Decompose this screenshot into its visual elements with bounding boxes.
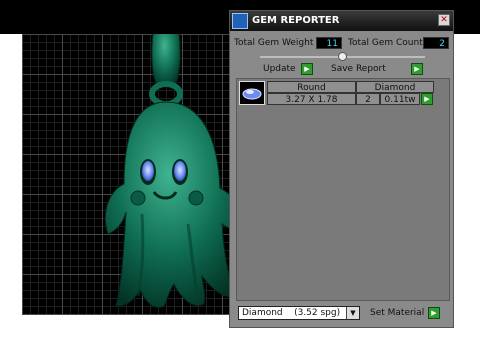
chevron-down-icon[interactable]: ▼ bbox=[346, 307, 359, 319]
close-icon[interactable]: ✕ bbox=[438, 14, 450, 26]
set-material-button[interactable]: ▶ bbox=[428, 307, 440, 319]
total-gem-weight-value: 11 bbox=[316, 37, 342, 49]
update-button[interactable]: ▶ bbox=[301, 63, 313, 75]
save-report-button[interactable]: ▶ bbox=[411, 63, 423, 75]
material-select-value: Diamond (3.52 spg) bbox=[242, 308, 341, 318]
slider-knob[interactable] bbox=[338, 52, 347, 61]
save-report-label[interactable]: Save Report bbox=[331, 63, 386, 76]
update-label[interactable]: Update bbox=[263, 63, 296, 76]
gem-reporter-app-icon bbox=[232, 13, 248, 29]
total-gem-weight-label: Total Gem Weight bbox=[234, 38, 314, 48]
col-header-shape: Round bbox=[267, 81, 356, 93]
gem-list[interactable]: Round Diamond 3.27 X 1.78 2 0.11tw ▶ bbox=[236, 78, 450, 301]
row-size: 3.27 X 1.78 bbox=[267, 93, 356, 105]
total-gem-count-value: 2 bbox=[423, 37, 449, 49]
set-material-label[interactable]: Set Material bbox=[370, 307, 424, 320]
gem-reporter-panel: GEM REPORTER ✕ Total Gem Weight 11 Total… bbox=[229, 10, 454, 328]
panel-title: GEM REPORTER bbox=[252, 15, 340, 26]
round-gem-icon bbox=[239, 81, 265, 105]
col-header-material: Diamond bbox=[356, 81, 434, 93]
footer-bar: Diamond (3.52 spg) ▼ Set Material ▶ bbox=[230, 302, 453, 327]
title-bar[interactable]: GEM REPORTER ✕ bbox=[230, 11, 453, 31]
total-gem-count-label: Total Gem Count bbox=[348, 38, 423, 48]
row-select-button[interactable]: ▶ bbox=[421, 93, 433, 105]
row-weight: 0.11tw bbox=[380, 93, 420, 105]
row-count: 2 bbox=[356, 93, 380, 105]
material-select[interactable]: Diamond (3.52 spg) ▼ bbox=[238, 306, 360, 320]
